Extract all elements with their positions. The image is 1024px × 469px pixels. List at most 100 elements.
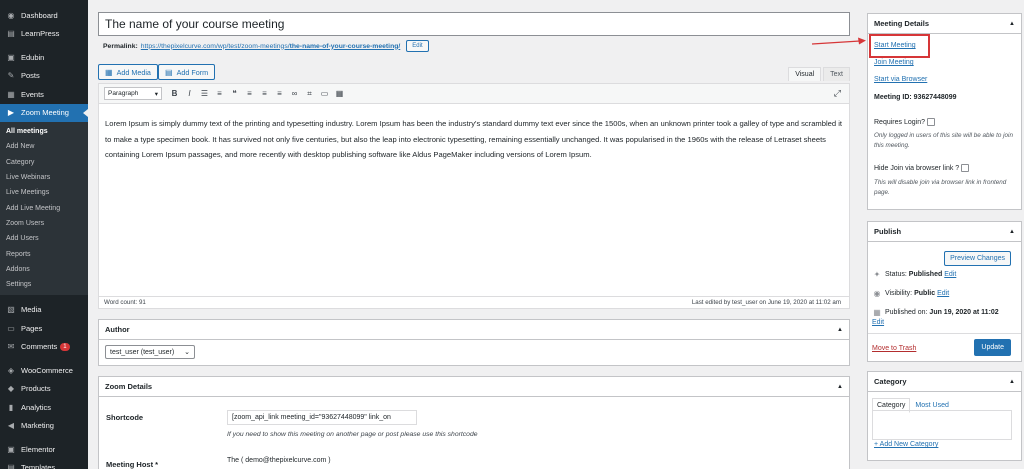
sidebar-item-label: Marketing [21, 421, 54, 431]
sidebar-item-marketing[interactable]: ◀ Marketing [0, 416, 88, 435]
shortcode-value: [zoom_api_link meeting_id="93627448099" … [232, 414, 391, 421]
sidebar-item-learnpress[interactable]: ▤ LearnPress [0, 25, 88, 44]
hide-join-label: Hide Join via browser link ? [874, 164, 960, 172]
link-icon[interactable]: ∞ [288, 89, 301, 98]
submenu-item-all-meetings[interactable]: All meetings [0, 124, 88, 139]
form-icon: ▤ [165, 67, 173, 77]
publish-header[interactable]: Publish ▲ [868, 222, 1021, 242]
hide-join-hint: This will disable join via browser link … [874, 179, 1007, 196]
sidebar-item-dashboard[interactable]: ◉ Dashboard [0, 6, 88, 25]
submenu-item-add-live-meeting[interactable]: Add Live Meeting [0, 200, 88, 215]
post-title-input[interactable]: The name of your course meeting [98, 12, 850, 36]
submenu-item-add-users[interactable]: Add Users [0, 231, 88, 246]
sidebar-item-label: Dashboard [21, 10, 58, 20]
dashboard-icon: ◉ [7, 10, 15, 20]
bullet-list-icon[interactable]: ☰ [198, 89, 211, 98]
submenu-item-live-webinars[interactable]: Live Webinars [0, 170, 88, 185]
submenu-item-reports[interactable]: Reports [0, 246, 88, 261]
media-icon: ▦ [105, 67, 113, 77]
meeting-host-value[interactable]: The ( demo@thepixelcurve.com ) [227, 457, 331, 464]
tab-text[interactable]: Text [823, 67, 850, 81]
requires-login-checkbox[interactable] [926, 118, 935, 126]
submenu-item-add-new[interactable]: Add New [0, 139, 88, 154]
permalink-link[interactable]: https://thepixelcurve.com/wp/test/zoom-m… [141, 43, 404, 50]
unlink-icon[interactable]: ⌗ [303, 89, 316, 99]
sidebar-item-edubin[interactable]: ▣ Edubin [0, 48, 88, 67]
sidebar-item-label: Edubin [21, 52, 45, 62]
sidebar-item-analytics[interactable]: ▮ Analytics [0, 398, 88, 417]
sidebar-item-elementor[interactable]: ▣ Elementor [0, 440, 88, 459]
pin-icon: ✦ [873, 270, 881, 279]
eye-icon: ◉ [873, 289, 881, 298]
category-header[interactable]: Category ▲ [868, 372, 1021, 392]
toolbar-toggle-icon[interactable]: ▦ [333, 89, 346, 98]
sidebar-item-pages[interactable]: ▭ Pages [0, 319, 88, 338]
published-edit-link[interactable]: Edit [872, 319, 884, 326]
align-center-icon[interactable]: ≡ [258, 89, 271, 98]
meeting-details-header[interactable]: Meeting Details ▲ [868, 14, 1021, 34]
visibility-label: Visibility: [885, 290, 913, 297]
move-to-trash-link[interactable]: Move to Trash [872, 345, 916, 352]
submenu-item-category[interactable]: Category [0, 155, 88, 170]
read-more-icon[interactable]: ▭ [318, 89, 331, 98]
format-select[interactable]: Paragraph ▾ [104, 87, 162, 100]
caret-up-icon[interactable]: ▲ [1009, 379, 1015, 385]
align-left-icon[interactable]: ≡ [243, 89, 256, 98]
submenu-item-zoom-users[interactable]: Zoom Users [0, 216, 88, 231]
fullscreen-icon[interactable]: ⤢ [834, 88, 841, 99]
add-new-category-link[interactable]: + Add New Category [874, 441, 938, 448]
sidebar-item-posts[interactable]: ✎ Posts [0, 67, 88, 86]
sidebar-item-label: Pages [21, 323, 43, 333]
blockquote-icon[interactable]: ❝ [228, 89, 241, 98]
submenu-item-settings[interactable]: Settings [0, 277, 88, 292]
submenu-item-addons[interactable]: Addons [0, 262, 88, 277]
sidebar-item-media[interactable]: ▧ Media [0, 300, 88, 319]
author-select[interactable]: test_user (test_user) ⌄ [105, 345, 195, 359]
category-box: Category ▲ Category Most Used + Add New … [867, 371, 1022, 461]
update-button[interactable]: Update [974, 339, 1011, 356]
post-title-text: The name of your course meeting [105, 17, 285, 31]
meeting-details-box: Meeting Details ▲ Start Meeting Join Mee… [867, 13, 1022, 210]
caret-up-icon[interactable]: ▲ [837, 384, 843, 390]
editor-content[interactable]: Lorem Ipsum is simply dummy text of the … [99, 104, 849, 163]
sidebar-item-comments[interactable]: ✉ Comments 1 [0, 337, 88, 356]
add-media-button[interactable]: ▦ Add Media [98, 64, 158, 80]
add-form-button[interactable]: ▤ Add Form [158, 64, 216, 80]
start-via-browser-link[interactable]: Start via Browser [874, 76, 927, 83]
bold-icon[interactable]: B [168, 89, 181, 98]
editor-toolbar: Paragraph ▾ B I ☰ ≡ ❝ ≡ ≡ ≡ ∞ ⌗ ▭ ▦ ⤢ [99, 84, 849, 104]
caret-up-icon[interactable]: ▲ [1009, 229, 1015, 235]
sidebar-item-label: Posts [21, 71, 40, 81]
sidebar-item-zoom-meeting[interactable]: ▶ Zoom Meeting [0, 103, 88, 122]
sidebar-item-events[interactable]: ▦ Events [0, 85, 88, 104]
author-select-value: test_user (test_user) [110, 348, 175, 356]
preview-changes-button[interactable]: Preview Changes [944, 251, 1011, 266]
tab-visual[interactable]: Visual [788, 67, 822, 81]
sidebar-item-label: Products [21, 384, 51, 394]
shortcode-field[interactable]: [zoom_api_link meeting_id="93627448099" … [227, 410, 417, 425]
templates-icon: ▤ [7, 463, 15, 469]
caret-up-icon[interactable]: ▲ [1009, 21, 1015, 27]
visibility-edit-link[interactable]: Edit [937, 290, 949, 297]
video-icon: ▶ [7, 108, 15, 118]
sidebar-item-label: Zoom Meeting [21, 108, 69, 118]
numbered-list-icon[interactable]: ≡ [213, 89, 226, 98]
join-meeting-link[interactable]: Join Meeting [874, 59, 914, 66]
sidebar-item-woocommerce[interactable]: ◈ WooCommerce [0, 361, 88, 380]
word-count: Word count: 91 [104, 299, 146, 306]
status-edit-link[interactable]: Edit [944, 271, 956, 278]
permalink-edit-button[interactable]: Edit [406, 40, 429, 52]
permalink-row: Permalink: https://thepixelcurve.com/wp/… [103, 40, 429, 52]
published-on-row: ▦ Published on: Jun 19, 2020 at 11:02 [872, 308, 1001, 317]
hide-join-row: Hide Join via browser link ? [874, 164, 970, 172]
align-right-icon[interactable]: ≡ [273, 89, 286, 98]
zoom-details-header[interactable]: Zoom Details ▲ [99, 377, 849, 397]
author-box-header[interactable]: Author ▲ [99, 320, 849, 340]
sidebar-item-templates[interactable]: ▤ Templates [0, 458, 88, 469]
italic-icon[interactable]: I [183, 89, 196, 98]
hide-join-checkbox[interactable] [961, 164, 970, 172]
sidebar-item-products[interactable]: ◆ Products [0, 379, 88, 398]
caret-up-icon[interactable]: ▲ [837, 327, 843, 333]
submenu-item-live-meetings[interactable]: Live Meetings [0, 185, 88, 200]
zoom-details-title: Zoom Details [105, 382, 153, 391]
